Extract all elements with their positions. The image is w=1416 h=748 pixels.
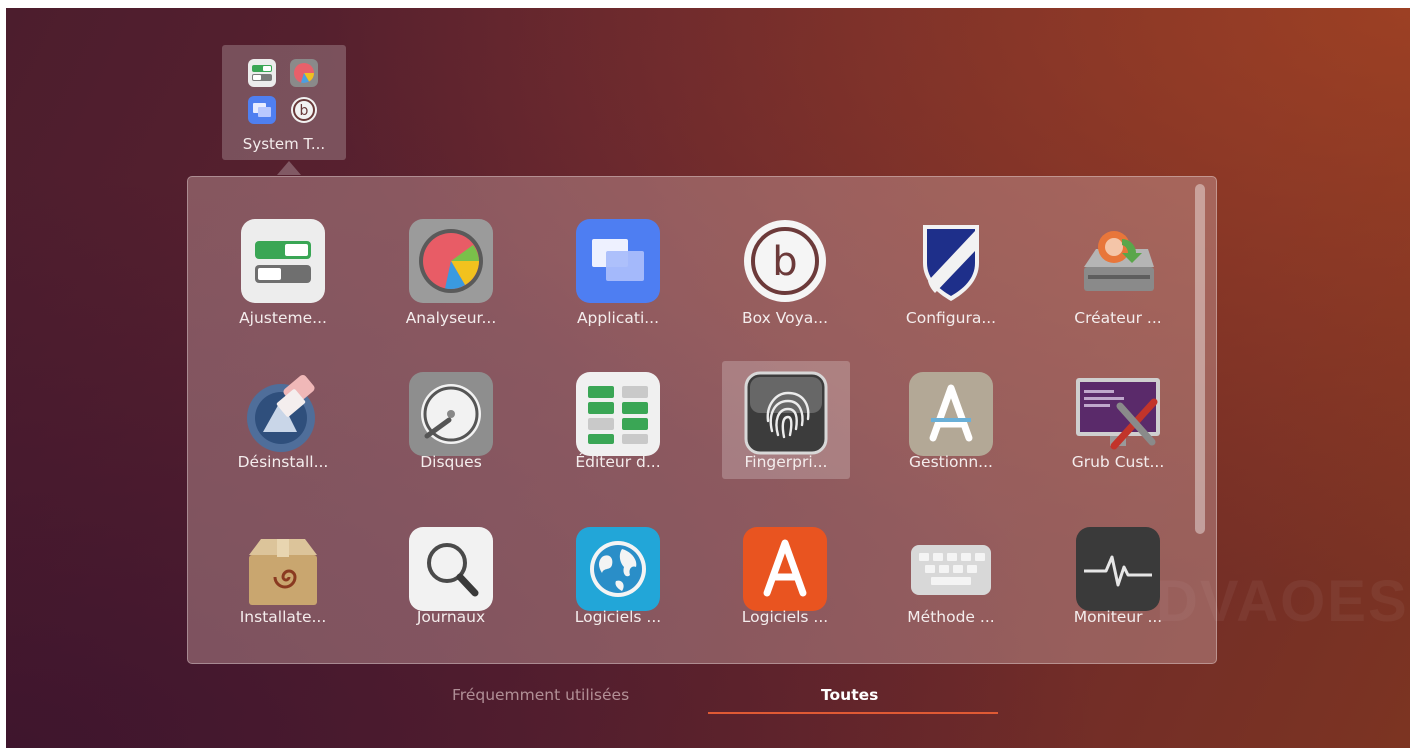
app-label: Grub Cust... (1071, 453, 1165, 471)
tab-frequent[interactable]: Fréquemment utilisées (452, 686, 629, 704)
fingerprint-icon (744, 371, 828, 455)
app-label: Moniteur ... (1073, 608, 1163, 626)
app-label: Analyseur... (405, 309, 497, 327)
app-label: Éditeur d... (575, 453, 661, 471)
app-editeur[interactable]: Éditeur d... (554, 362, 682, 480)
app-applications[interactable]: Applicati... (554, 209, 682, 327)
tab-all[interactable]: Toutes (821, 686, 878, 704)
box-b-icon: b (289, 95, 319, 125)
app-moniteur[interactable]: Moniteur ... (1054, 517, 1182, 635)
magnifier-icon (409, 527, 493, 611)
app-configuration[interactable]: Configura... (887, 209, 1015, 327)
app-logiciels-1[interactable]: Logiciels ... (554, 517, 682, 635)
pie-chart-icon (289, 58, 319, 88)
switch-toggle-icon (241, 219, 325, 303)
system-monitor-icon (1076, 527, 1160, 611)
folder-pointer (277, 161, 301, 175)
svg-text:b: b (772, 239, 797, 285)
folder-system-tools[interactable]: b System T... (222, 45, 346, 160)
folder-label: System T... (242, 135, 326, 153)
uninstaller-icon (241, 372, 325, 456)
app-label: Box Voya... (741, 309, 829, 327)
app-label: Ajusteme... (239, 309, 327, 327)
pie-chart-icon (409, 219, 493, 303)
app-label: Logiciels ... (741, 608, 829, 626)
app-box-voyager[interactable]: b Box Voya... (721, 209, 849, 327)
app-label: Désinstall... (237, 453, 329, 471)
switch-icon (247, 58, 277, 88)
app-disques[interactable]: Disques (387, 362, 515, 480)
app-label: Créateur ... (1074, 309, 1162, 327)
globe-icon (576, 527, 660, 611)
windows-icon (576, 219, 660, 303)
app-grub-customizer[interactable]: Grub Cust... (1054, 362, 1182, 480)
windows-icon (247, 95, 277, 125)
app-analyseur[interactable]: Analyseur... (387, 209, 515, 327)
shield-icon (909, 219, 993, 303)
app-gestionnaire[interactable]: Gestionn... (887, 362, 1015, 480)
software-manager-icon (909, 372, 993, 456)
app-logiciels-2[interactable]: Logiciels ... (721, 517, 849, 635)
box-b-icon: b (743, 219, 827, 303)
app-label: Applicati... (576, 309, 660, 327)
app-desinstallateur[interactable]: Désinstall... (219, 362, 347, 480)
app-ajustements[interactable]: Ajusteme... (219, 209, 347, 327)
panel-scrollbar[interactable] (1195, 184, 1205, 534)
app-label: Disques (420, 453, 482, 471)
disk-icon (409, 372, 493, 456)
svg-text:b: b (300, 103, 309, 119)
active-tab-indicator (708, 712, 998, 714)
app-label: Journaux (416, 608, 486, 626)
app-methode[interactable]: Méthode ... (887, 517, 1015, 635)
disk-creator-icon (1076, 219, 1160, 303)
app-label: Configura... (905, 309, 997, 327)
app-label: Logiciels ... (574, 608, 662, 626)
app-label: Gestionn... (909, 453, 993, 471)
app-installateur[interactable]: Installate... (219, 517, 347, 635)
grub-customizer-icon (1076, 372, 1160, 456)
app-label: Méthode ... (907, 608, 995, 626)
package-installer-icon (241, 527, 325, 611)
app-label: Fingerpri... (744, 453, 828, 471)
app-journaux[interactable]: Journaux (387, 517, 515, 635)
app-fingerprint[interactable]: Fingerpri... (722, 361, 850, 479)
grid-editor-icon (576, 372, 660, 456)
app-label: Installate... (239, 608, 327, 626)
app-createur[interactable]: Créateur ... (1054, 209, 1182, 327)
keyboard-icon (909, 527, 993, 611)
ubuntu-software-icon (743, 527, 827, 611)
